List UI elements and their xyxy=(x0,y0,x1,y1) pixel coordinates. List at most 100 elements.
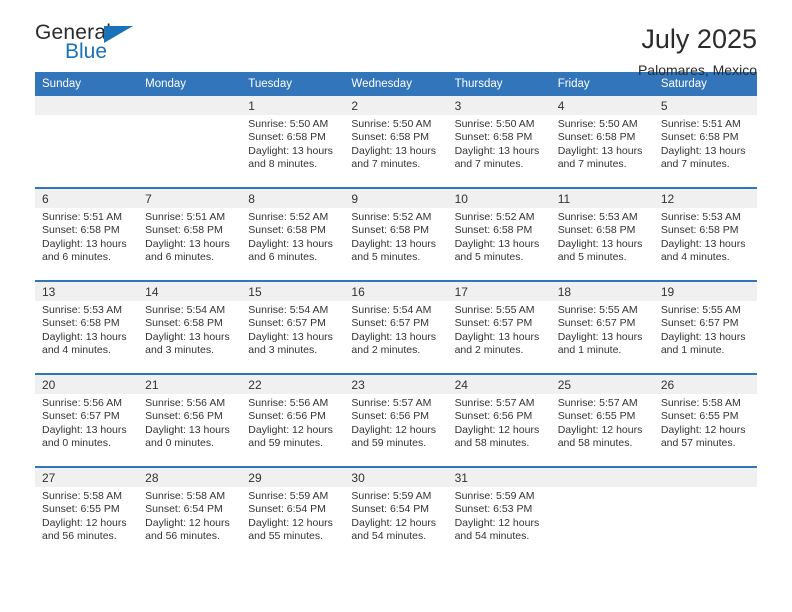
day-cell-17[interactable]: Sunrise: 5:55 AM Sunset: 6:57 PM Daylight:… xyxy=(447,301,551,373)
day-info-line: Sunrise: 5:57 AM xyxy=(557,397,638,409)
day-cell-30[interactable]: Sunrise: 5:59 AM Sunset: 6:54 PM Daylight:… xyxy=(344,487,448,559)
day-info-line: Daylight: 12 hours xyxy=(351,423,437,436)
day-info-line: and 8 minutes. xyxy=(248,157,318,170)
day-number-8[interactable]: 8 xyxy=(241,189,345,208)
day-cell-18[interactable]: Sunrise: 5:55 AM Sunset: 6:57 PM Daylight:… xyxy=(550,301,654,373)
day-cell-31[interactable]: Sunrise: 5:59 AM Sunset: 6:53 PM Daylight:… xyxy=(447,487,551,559)
day-cell-21[interactable]: Sunrise: 5:56 AM Sunset: 6:56 PM Daylight:… xyxy=(138,394,242,466)
day-info-line: and 1 minute. xyxy=(557,343,622,356)
day-info-line: Sunrise: 5:59 AM xyxy=(454,490,535,502)
day-cell-1[interactable]: Sunrise: 5:50 AM Sunset: 6:58 PM Daylight:… xyxy=(241,115,345,187)
day-number-16[interactable]: 16 xyxy=(344,282,448,301)
day-cell-8[interactable]: Sunrise: 5:52 AM Sunset: 6:58 PM Daylight:… xyxy=(241,208,345,280)
day-info-line: Sunrise: 5:56 AM xyxy=(145,397,226,409)
day-cell-19[interactable]: Sunrise: 5:55 AM Sunset: 6:57 PM Daylight:… xyxy=(653,301,757,373)
day-number-28[interactable]: 28 xyxy=(138,468,242,487)
day-cell-25[interactable]: Sunrise: 5:57 AM Sunset: 6:55 PM Daylight:… xyxy=(550,394,654,466)
day-info-line: Daylight: 13 hours xyxy=(351,237,437,250)
day-cell-28[interactable]: Sunrise: 5:58 AM Sunset: 6:54 PM Daylight:… xyxy=(138,487,242,559)
day-cell-5[interactable]: Sunrise: 5:51 AM Sunset: 6:58 PM Daylight:… xyxy=(653,115,757,187)
day-cell-12[interactable]: Sunrise: 5:53 AM Sunset: 6:58 PM Daylight:… xyxy=(653,208,757,280)
day-cell-26[interactable]: Sunrise: 5:58 AM Sunset: 6:55 PM Daylight:… xyxy=(653,394,757,466)
day-number-26[interactable]: 26 xyxy=(653,375,757,394)
day-info-line: Sunset: 6:58 PM xyxy=(42,317,120,330)
day-number-3[interactable]: 3 xyxy=(447,96,551,115)
day-number-1[interactable]: 1 xyxy=(241,96,345,115)
day-detail-row: Sunrise: 5:53 AM Sunset: 6:58 PM Daylight:… xyxy=(35,301,757,373)
general-blue-logo: General Blue xyxy=(35,22,185,70)
day-info-line: Sunset: 6:57 PM xyxy=(42,410,120,423)
day-cell-14[interactable]: Sunrise: 5:54 AM Sunset: 6:58 PM Daylight:… xyxy=(138,301,242,373)
day-cell-24[interactable]: Sunrise: 5:57 AM Sunset: 6:56 PM Daylight:… xyxy=(447,394,551,466)
day-number-23[interactable]: 23 xyxy=(344,375,448,394)
day-number-9[interactable]: 9 xyxy=(344,189,448,208)
day-cell-27[interactable]: Sunrise: 5:58 AM Sunset: 6:55 PM Daylight:… xyxy=(35,487,139,559)
day-info-line: and 58 minutes. xyxy=(454,436,530,449)
day-cell-7[interactable]: Sunrise: 5:51 AM Sunset: 6:58 PM Daylight:… xyxy=(138,208,242,280)
day-cell-16[interactable]: Sunrise: 5:54 AM Sunset: 6:57 PM Daylight:… xyxy=(344,301,448,373)
day-number-18[interactable]: 18 xyxy=(550,282,654,301)
day-number-4[interactable]: 4 xyxy=(550,96,654,115)
day-number-29[interactable]: 29 xyxy=(241,468,345,487)
sunrise-sunset-calendar: Sunday Monday Tuesday Wednesday Thursday… xyxy=(35,72,757,559)
day-cell-2[interactable]: Sunrise: 5:50 AM Sunset: 6:58 PM Daylight:… xyxy=(344,115,448,187)
day-info-line: and 2 minutes. xyxy=(454,343,524,356)
day-info-line: and 4 minutes. xyxy=(42,343,111,356)
day-number-19[interactable]: 19 xyxy=(653,282,757,301)
day-cell-9[interactable]: Sunrise: 5:52 AM Sunset: 6:58 PM Daylight:… xyxy=(344,208,448,280)
day-number-24[interactable]: 24 xyxy=(447,375,551,394)
day-info-line: and 5 minutes. xyxy=(351,250,421,263)
day-number-31[interactable]: 31 xyxy=(447,468,551,487)
day-info-line: Sunrise: 5:55 AM xyxy=(454,304,535,316)
day-number-row: 20 21 22 23 24 25 26 xyxy=(35,375,757,394)
day-cell-10[interactable]: Sunrise: 5:52 AM Sunset: 6:58 PM Daylight:… xyxy=(447,208,551,280)
logo-text-blue: Blue xyxy=(65,40,108,63)
day-cell-6[interactable]: Sunrise: 5:51 AM Sunset: 6:58 PM Daylight:… xyxy=(35,208,139,280)
day-info-line: Sunset: 6:57 PM xyxy=(557,317,636,330)
day-number-row: 13 14 15 16 17 18 19 xyxy=(35,282,757,301)
day-cell-3[interactable]: Sunrise: 5:50 AM Sunset: 6:58 PM Daylight:… xyxy=(447,115,551,187)
day-number-5[interactable]: 5 xyxy=(653,96,757,115)
day-info-line: Sunset: 6:56 PM xyxy=(351,410,430,423)
day-detail-row: Sunrise: 5:58 AM Sunset: 6:55 PM Daylight:… xyxy=(35,487,757,559)
day-number-empty xyxy=(35,96,139,115)
day-cell-13[interactable]: Sunrise: 5:53 AM Sunset: 6:58 PM Daylight:… xyxy=(35,301,139,373)
day-info-line: Daylight: 13 hours xyxy=(145,423,230,436)
day-number-17[interactable]: 17 xyxy=(447,282,551,301)
day-info-line: Daylight: 13 hours xyxy=(42,237,127,250)
day-info-line: Daylight: 13 hours xyxy=(42,423,127,436)
day-cell-23[interactable]: Sunrise: 5:57 AM Sunset: 6:56 PM Daylight:… xyxy=(344,394,448,466)
day-info-line: Daylight: 13 hours xyxy=(248,144,333,157)
day-info-line: Sunset: 6:55 PM xyxy=(557,410,636,423)
day-info-line: Sunrise: 5:57 AM xyxy=(351,397,432,409)
day-number-6[interactable]: 6 xyxy=(35,189,139,208)
day-number-15[interactable]: 15 xyxy=(241,282,345,301)
day-number-10[interactable]: 10 xyxy=(447,189,551,208)
day-number-7[interactable]: 7 xyxy=(138,189,242,208)
day-number-27[interactable]: 27 xyxy=(35,468,139,487)
day-info-line: Daylight: 13 hours xyxy=(454,330,540,343)
day-number-12[interactable]: 12 xyxy=(653,189,757,208)
day-number-21[interactable]: 21 xyxy=(138,375,242,394)
day-cell-20[interactable]: Sunrise: 5:56 AM Sunset: 6:57 PM Daylight:… xyxy=(35,394,139,466)
day-cell-22[interactable]: Sunrise: 5:56 AM Sunset: 6:56 PM Daylight:… xyxy=(241,394,345,466)
day-info-line: Sunrise: 5:50 AM xyxy=(557,118,638,130)
day-cell-29[interactable]: Sunrise: 5:59 AM Sunset: 6:54 PM Daylight:… xyxy=(241,487,345,559)
day-info-line: Sunrise: 5:53 AM xyxy=(660,211,741,223)
day-detail-row: Sunrise: 5:56 AM Sunset: 6:57 PM Daylight:… xyxy=(35,394,757,466)
day-cell-4[interactable]: Sunrise: 5:50 AM Sunset: 6:58 PM Daylight:… xyxy=(550,115,654,187)
day-number-14[interactable]: 14 xyxy=(138,282,242,301)
day-number-11[interactable]: 11 xyxy=(550,189,654,208)
day-number-22[interactable]: 22 xyxy=(241,375,345,394)
day-number-2[interactable]: 2 xyxy=(344,96,448,115)
day-number-30[interactable]: 30 xyxy=(344,468,448,487)
day-number-20[interactable]: 20 xyxy=(35,375,139,394)
day-info-line: Sunset: 6:56 PM xyxy=(454,410,533,423)
day-cell-15[interactable]: Sunrise: 5:54 AM Sunset: 6:57 PM Daylight:… xyxy=(241,301,345,373)
day-cell-11[interactable]: Sunrise: 5:53 AM Sunset: 6:58 PM Daylight:… xyxy=(550,208,654,280)
day-info-line: Daylight: 12 hours xyxy=(454,516,540,529)
day-number-13[interactable]: 13 xyxy=(35,282,139,301)
day-number-25[interactable]: 25 xyxy=(550,375,654,394)
day-info-line: Daylight: 13 hours xyxy=(248,330,333,343)
weekday-header-tuesday: Tuesday xyxy=(241,72,345,96)
